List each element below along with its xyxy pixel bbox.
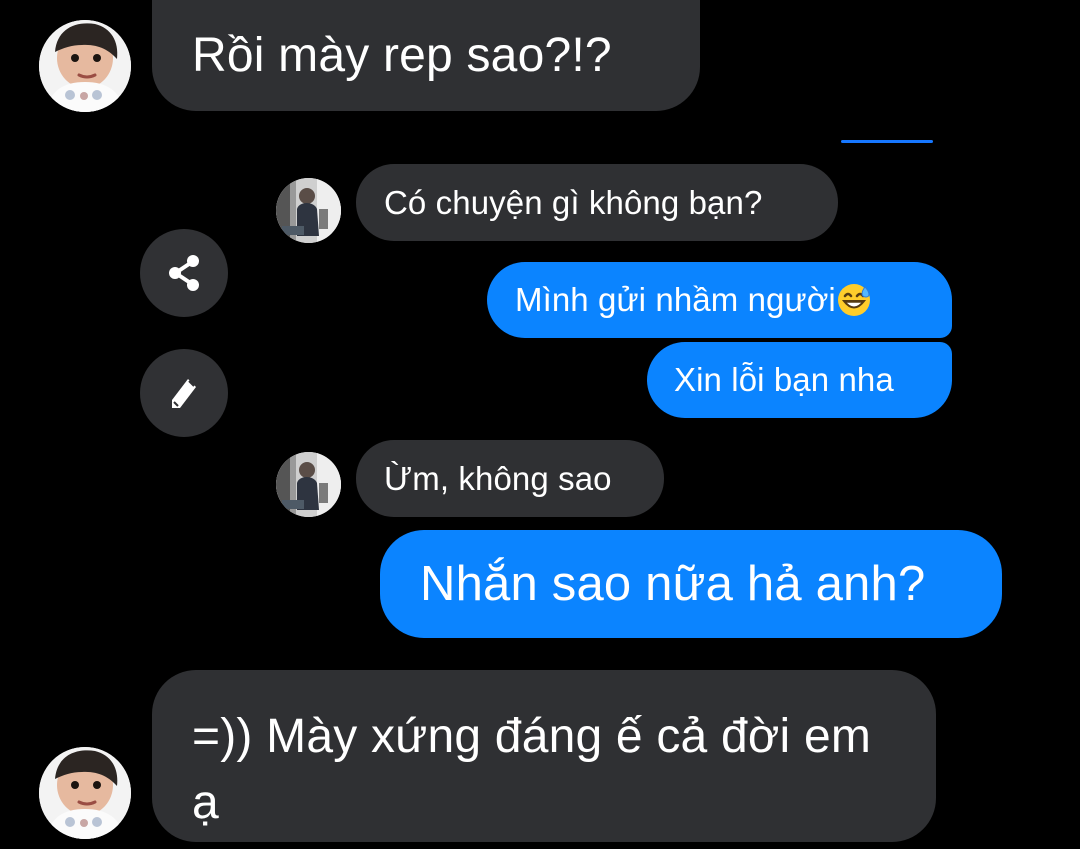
friend-avatar[interactable] xyxy=(39,20,131,112)
person-avatar-image xyxy=(276,452,341,517)
message-text: Có chuyện gì không bạn? xyxy=(384,183,763,221)
edit-button[interactable] xyxy=(140,349,228,437)
child-avatar-image xyxy=(39,20,131,112)
message-text: Rồi mày rep sao?!? xyxy=(192,29,612,82)
grinning-sweat-emoji-icon xyxy=(837,283,871,317)
chat-screenshot: Rồi mày rep sao?!? Có chuyện gì không bạ… xyxy=(0,0,1080,849)
pencil-icon xyxy=(172,379,196,408)
other-avatar[interactable] xyxy=(276,178,341,243)
message-bubble[interactable]: Nhắn sao nữa hả anh? xyxy=(380,530,1002,638)
message-text: Ừm, không sao xyxy=(384,459,612,497)
message-text: Nhắn sao nữa hả anh? xyxy=(420,557,926,611)
share-icon xyxy=(169,255,199,291)
child-avatar-image xyxy=(39,747,131,839)
friend-avatar[interactable] xyxy=(39,747,131,839)
share-button[interactable] xyxy=(140,229,228,317)
message-bubble[interactable]: =)) Mày xứng đáng ế cả đời em ạ xyxy=(152,670,936,842)
message-text: =)) Mày xứng đáng ế cả đời em ạ xyxy=(192,710,872,829)
person-avatar-image xyxy=(276,178,341,243)
message-bubble[interactable]: Mình gửi nhầm người xyxy=(487,262,952,338)
message-bubble[interactable]: Xin lỗi bạn nha xyxy=(647,342,952,418)
other-avatar[interactable] xyxy=(276,452,341,517)
message-bubble[interactable]: Ừm, không sao xyxy=(356,440,664,517)
message-bubble[interactable]: Có chuyện gì không bạn? xyxy=(356,164,838,241)
scroll-indicator xyxy=(841,140,933,143)
message-text: Xin lỗi bạn nha xyxy=(674,361,894,398)
message-bubble[interactable]: Rồi mày rep sao?!? xyxy=(152,0,700,111)
message-text: Mình gửi nhầm người xyxy=(515,281,836,318)
